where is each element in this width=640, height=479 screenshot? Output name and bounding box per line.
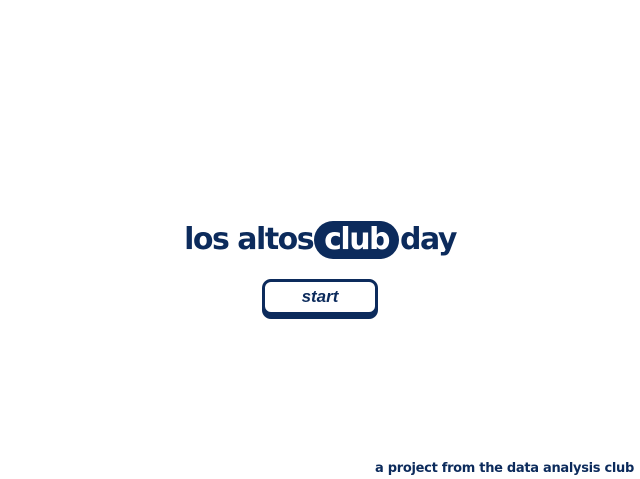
title-text-day: day bbox=[400, 222, 457, 257]
page-title: los altos club day bbox=[0, 218, 640, 262]
start-button-container: start bbox=[262, 279, 378, 319]
start-button[interactable]: start bbox=[262, 279, 378, 315]
title-text-los-altos: los altos bbox=[184, 222, 315, 257]
start-screen: los altos club day start a project from … bbox=[0, 0, 640, 479]
footer-credit: a project from the data analysis club bbox=[375, 461, 634, 476]
title-highlight-club: club bbox=[316, 223, 398, 257]
